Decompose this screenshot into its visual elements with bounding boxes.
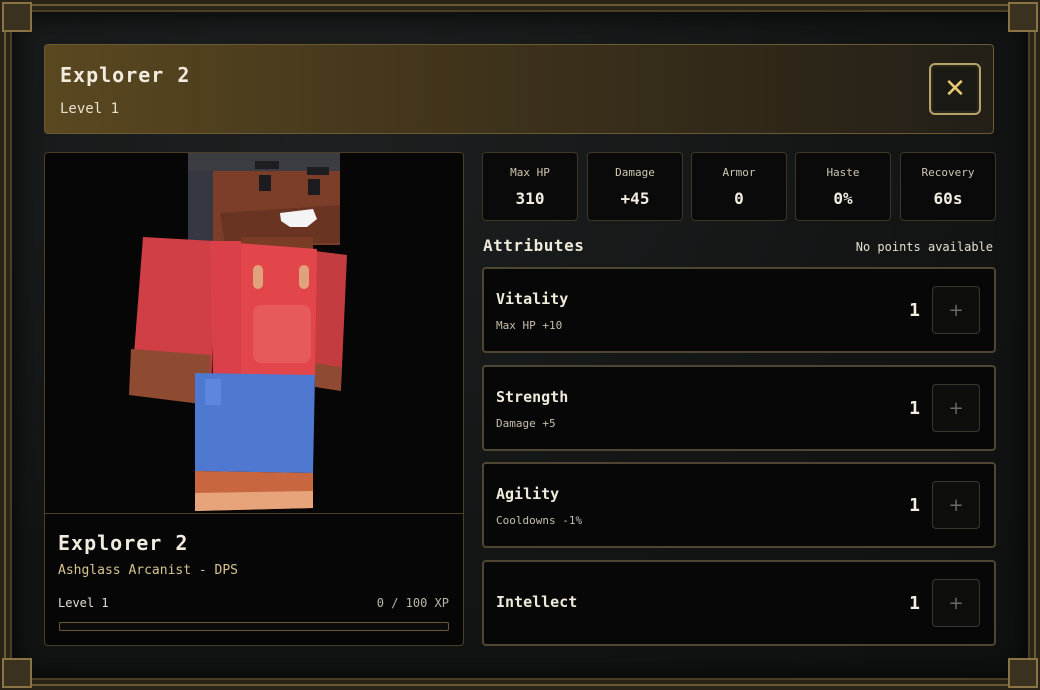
- stat-value: 0%: [833, 189, 853, 208]
- eye-right: [308, 179, 320, 195]
- attribute-description: Cooldowns -1%: [496, 514, 583, 527]
- pants-pocket: [205, 379, 221, 405]
- character-class: Ashglass Arcanist - DPS: [58, 563, 239, 578]
- strength-plus-button[interactable]: +: [932, 384, 980, 432]
- hoodie-pocket: [253, 305, 311, 363]
- attribute-value: 1: [909, 593, 920, 614]
- attribute-name: Strength: [496, 388, 569, 406]
- plus-icon: +: [948, 397, 964, 419]
- attribute-intellect: Intellect 1 +: [482, 560, 996, 646]
- stat-label: Haste: [826, 166, 860, 179]
- stat-label: Armor: [722, 166, 756, 179]
- close-icon: ✕: [944, 74, 966, 104]
- character-header: Explorer 2 Level 1 ✕: [44, 44, 994, 134]
- attribute-description: Max HP +10: [496, 319, 563, 332]
- frame-corner-ornament: [1008, 2, 1038, 32]
- attribute-value: 1: [909, 398, 920, 419]
- attribute-agility: Agility Cooldowns -1% 1 +: [482, 462, 996, 548]
- stat-label: Max HP: [510, 166, 550, 179]
- eye-left: [259, 175, 271, 191]
- header-level: Level 1: [60, 101, 120, 117]
- stat-armor: Armor 0: [691, 152, 787, 221]
- attribute-points-status: No points available: [855, 240, 993, 254]
- torso-side-shape: [210, 241, 241, 379]
- hood-string-left: [253, 265, 263, 289]
- stat-value: 310: [515, 189, 545, 208]
- frame-corner-ornament: [2, 658, 32, 688]
- frame-corner-ornament: [1008, 658, 1038, 688]
- hood-string-right: [299, 265, 309, 289]
- attribute-name: Vitality: [496, 290, 569, 308]
- attribute-name: Agility: [496, 485, 560, 503]
- stat-label: Damage: [615, 166, 655, 179]
- xp-text: 0 / 100 XP: [376, 596, 449, 610]
- close-button[interactable]: ✕: [929, 63, 981, 115]
- character-model: [129, 153, 347, 511]
- right-hand-shape: [315, 363, 341, 391]
- attribute-name: Intellect: [496, 593, 578, 611]
- stat-value: +45: [620, 189, 650, 208]
- attribute-value: 1: [909, 495, 920, 516]
- stat-max-hp: Max HP 310: [482, 152, 578, 221]
- stat-haste: Haste 0%: [795, 152, 891, 221]
- character-panel: Explorer 2 Ashglass Arcanist - DPS Level…: [44, 152, 464, 646]
- stat-value: 0: [734, 189, 744, 208]
- plus-icon: +: [948, 299, 964, 321]
- shoe-sole-shape: [195, 491, 313, 511]
- header-title: Explorer 2: [60, 63, 191, 87]
- vitality-plus-button[interactable]: +: [932, 286, 980, 334]
- intellect-plus-button[interactable]: +: [932, 579, 980, 627]
- character-level: Level 1: [58, 596, 109, 610]
- attribute-description: Damage +5: [496, 417, 556, 430]
- character-name: Explorer 2: [58, 531, 189, 555]
- frame-corner-ornament: [2, 2, 32, 32]
- attribute-vitality: Vitality Max HP +10 1 +: [482, 267, 996, 353]
- xp-progress-bar: [59, 622, 449, 631]
- eyebrow-left: [255, 161, 279, 169]
- stat-value: 60s: [933, 189, 963, 208]
- agility-plus-button[interactable]: +: [932, 481, 980, 529]
- attribute-value: 1: [909, 300, 920, 321]
- plus-icon: +: [948, 494, 964, 516]
- attribute-strength: Strength Damage +5 1 +: [482, 365, 996, 451]
- attributes-title: Attributes: [483, 236, 585, 255]
- stat-damage: Damage +45: [587, 152, 683, 221]
- stat-recovery: Recovery 60s: [900, 152, 996, 221]
- plus-icon: +: [948, 592, 964, 614]
- character-portrait: [45, 153, 463, 514]
- hair-side-shape: [188, 171, 213, 241]
- stat-label: Recovery: [921, 166, 975, 179]
- eyebrow-right: [307, 167, 329, 175]
